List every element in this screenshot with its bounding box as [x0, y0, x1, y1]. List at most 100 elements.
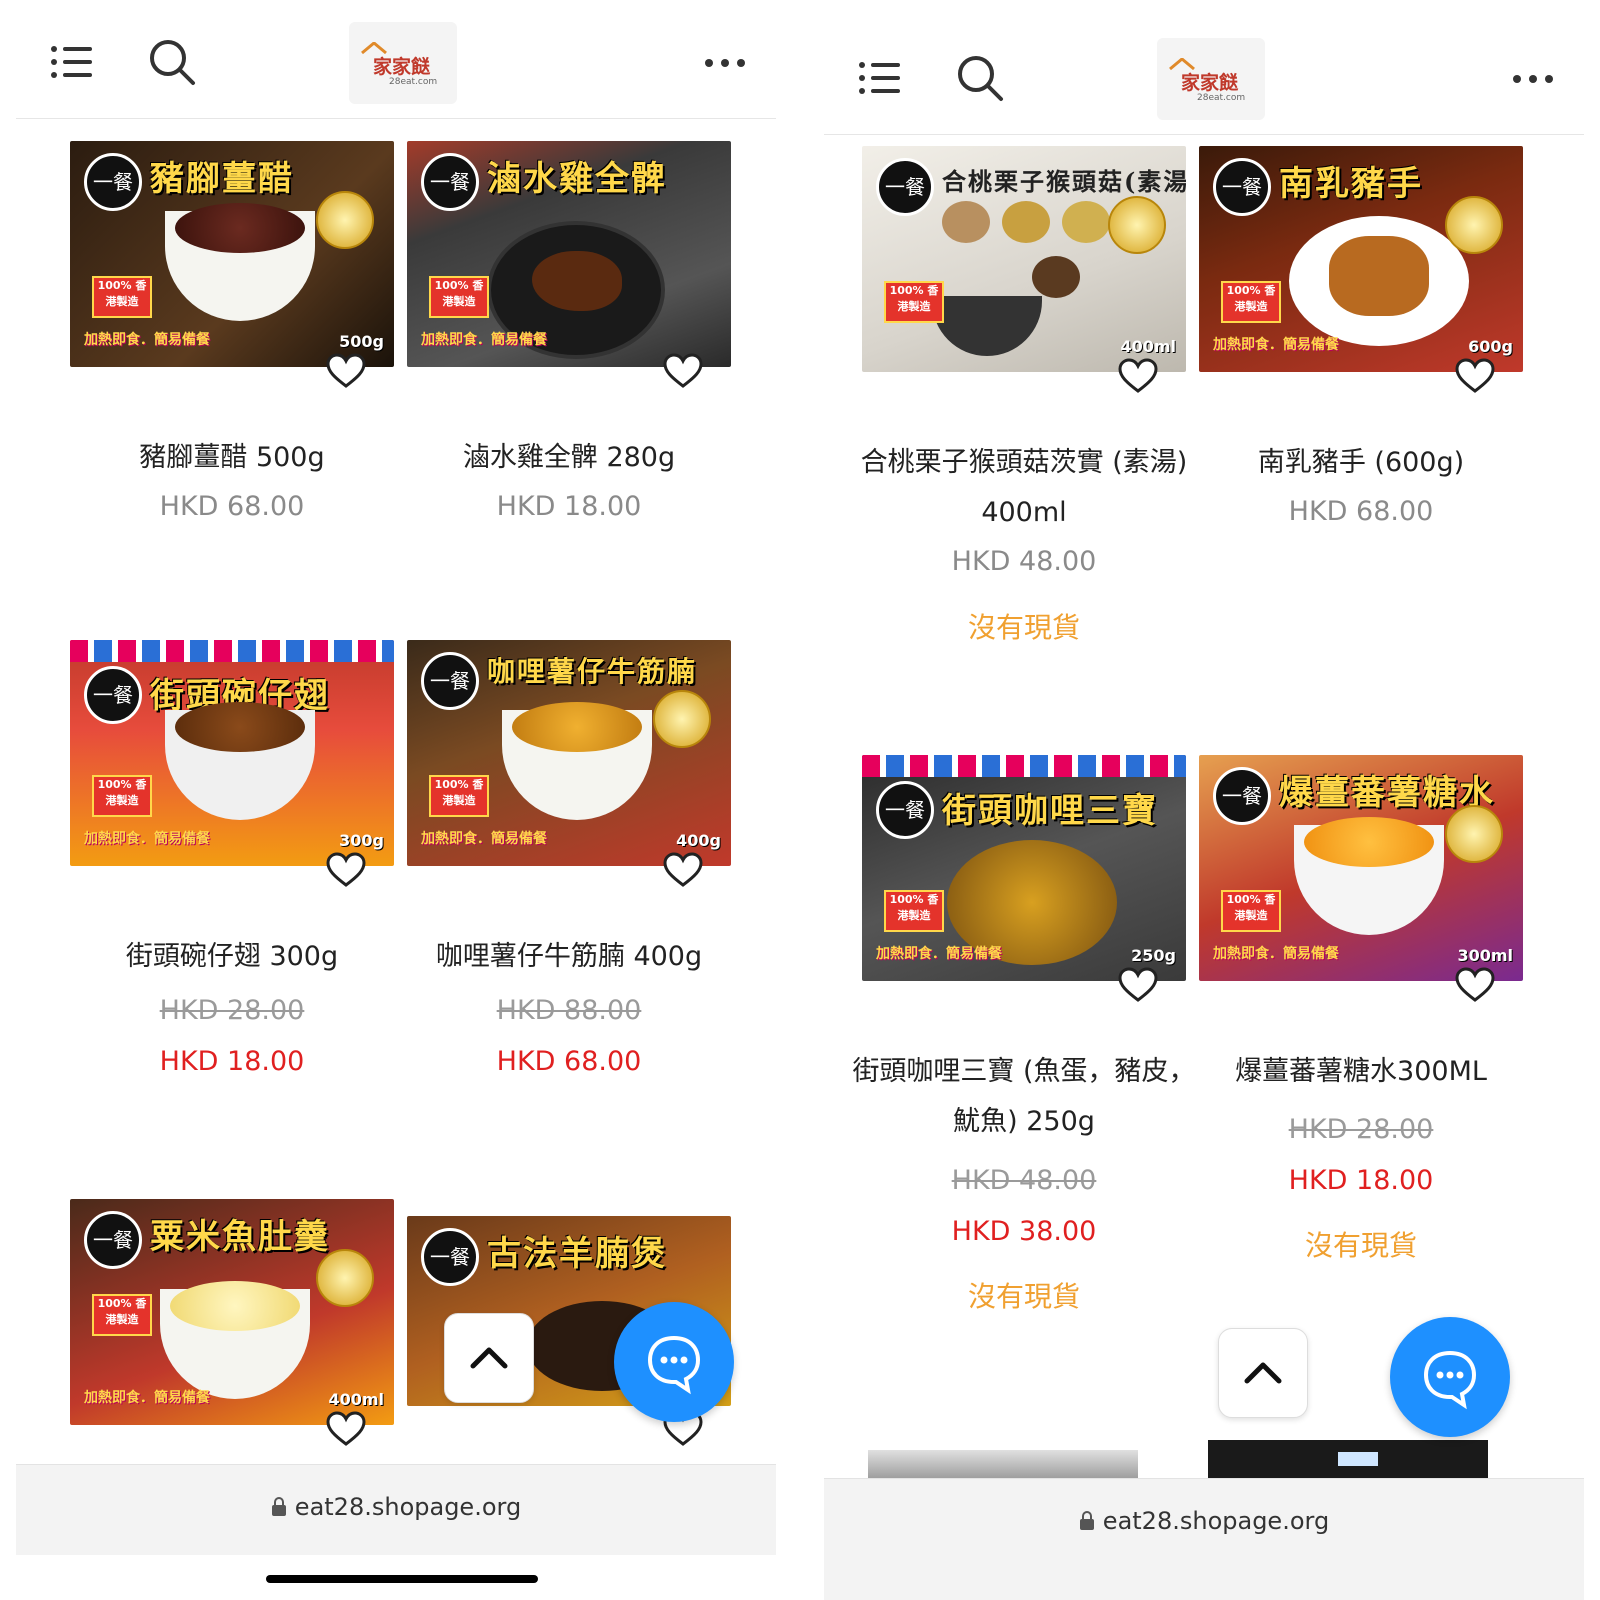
- chat-button[interactable]: [1390, 1317, 1510, 1437]
- brand-seal: 一餐: [876, 781, 934, 839]
- heart-icon[interactable]: [1118, 358, 1158, 394]
- food-image: [512, 702, 642, 752]
- back-to-top-button[interactable]: [444, 1313, 534, 1403]
- gold-medal-icon: [316, 191, 374, 249]
- image-weight: 400ml: [1120, 337, 1176, 356]
- image-title: 滷水雞全髀: [487, 159, 667, 199]
- sale-price: HKD 18.00: [1288, 1165, 1434, 1196]
- image-weight: 300g: [339, 831, 384, 850]
- sale-price: HKD 18.00: [159, 1046, 305, 1077]
- product-price: HKD 48.00: [951, 546, 1097, 577]
- image-weight: 500g: [339, 332, 384, 351]
- appliance-image[interactable]: [868, 1450, 1138, 1480]
- gold-medal-icon: [653, 690, 711, 748]
- right-screen: 家家餸 28eat.com 一餐 合桃栗子猴頭菇(素湯) 100% 香港製造 4…: [808, 0, 1600, 1600]
- product-image[interactable]: 一餐 豬腳薑醋 100% 香港製造 加熱即食．簡易備餐 500g: [70, 141, 394, 367]
- made-in-hk-badge: 100% 香港製造: [884, 281, 944, 323]
- appliance-display: [1338, 1452, 1378, 1466]
- image-title: 豬腳薑醋: [150, 159, 294, 199]
- lock-icon: [1079, 1511, 1094, 1530]
- heart-icon[interactable]: [326, 852, 366, 888]
- heart-icon[interactable]: [1455, 967, 1495, 1003]
- heart-icon[interactable]: [663, 353, 703, 389]
- original-price: HKD 28.00: [1288, 1114, 1434, 1145]
- product-price: HKD 68.00: [1288, 496, 1434, 527]
- made-in-hk-badge: 100% 香港製造: [92, 276, 152, 318]
- image-title: 粟米魚肚羹: [150, 1217, 330, 1257]
- product-image[interactable]: 一餐 合桃栗子猴頭菇(素湯) 100% 香港製造 400ml: [862, 146, 1186, 372]
- gorgon-image: [1062, 201, 1110, 243]
- brand-seal: 一餐: [1213, 158, 1271, 216]
- product-image[interactable]: 一餐 爆薑蕃薯糖水 100% 香港製造 加熱即食．簡易備餐 300ml: [1199, 755, 1523, 981]
- search-icon[interactable]: [148, 38, 196, 86]
- product-name[interactable]: 合桃栗子猴頭菇茨實 (素湯) 400ml: [852, 438, 1196, 538]
- heart-icon[interactable]: [1455, 358, 1495, 394]
- more-icon[interactable]: [704, 58, 746, 68]
- url-text: eat28.shopage.org: [1102, 1507, 1330, 1535]
- product-image[interactable]: 一餐 咖哩薯仔牛筋腩 100% 香港製造 加熱即食．簡易備餐 400g: [407, 640, 731, 866]
- made-in-hk-badge: 100% 香港製造: [92, 775, 152, 817]
- brand-seal: 一餐: [421, 153, 479, 211]
- heart-icon[interactable]: [326, 353, 366, 389]
- gold-medal-icon: [316, 1249, 374, 1307]
- made-in-hk-badge: 100% 香港製造: [884, 890, 944, 932]
- image-tagline: 加熱即食．簡易備餐: [1213, 337, 1339, 353]
- search-icon[interactable]: [956, 54, 1004, 102]
- product-image[interactable]: 一餐 滷水雞全髀 100% 香港製造 加熱即食．簡易備餐: [407, 141, 731, 367]
- made-in-hk-badge: 100% 香港製造: [429, 775, 489, 817]
- striped-awning: [70, 640, 394, 662]
- image-title: 南乳豬手: [1279, 164, 1423, 204]
- heart-icon[interactable]: [326, 1411, 366, 1447]
- made-in-hk-badge: 100% 香港製造: [1221, 890, 1281, 932]
- product-name[interactable]: 爆薑蕃薯糖水300ML: [1189, 1047, 1533, 1097]
- logo-domain: 28eat.com: [1197, 93, 1246, 103]
- url-text-container: eat28.shopage.org: [824, 1507, 1584, 1535]
- made-in-hk-badge: 100% 香港製造: [429, 276, 489, 318]
- product-name[interactable]: 街頭咖哩三寶 (魚蛋，豬皮，魷魚) 250g: [852, 1047, 1196, 1147]
- appliance-image[interactable]: [1208, 1440, 1488, 1480]
- out-of-stock-label: 沒有現貨: [1304, 1229, 1417, 1262]
- product-image[interactable]: 一餐 街頭咖哩三寶 100% 香港製造 加熱即食．簡易備餐 250g: [862, 755, 1186, 981]
- food-image: [1329, 236, 1429, 316]
- chevron-up-icon: [1244, 1362, 1282, 1384]
- brand-seal: 一餐: [421, 1228, 479, 1286]
- soup-pot-image: [932, 296, 1042, 356]
- gold-medal-icon: [1108, 196, 1166, 254]
- menu-icon[interactable]: [858, 60, 900, 96]
- chat-icon: [647, 1335, 701, 1395]
- brand-seal: 一餐: [1213, 767, 1271, 825]
- brand-seal: 一餐: [84, 153, 142, 211]
- shop-logo[interactable]: 家家餸 28eat.com: [1157, 38, 1265, 120]
- heart-icon[interactable]: [1118, 967, 1158, 1003]
- url-text: eat28.shopage.org: [294, 1493, 522, 1521]
- brand-seal: 一餐: [421, 652, 479, 710]
- out-of-stock-label: 沒有現貨: [967, 1280, 1080, 1313]
- product-image[interactable]: 一餐 粟米魚肚羹 100% 香港製造 加熱即食．簡易備餐 400ml: [70, 1199, 394, 1425]
- product-name[interactable]: 咖哩薯仔牛筋腩 400g: [397, 932, 741, 982]
- product-name[interactable]: 滷水雞全髀 280g: [397, 433, 741, 483]
- heart-icon[interactable]: [663, 852, 703, 888]
- menu-icon[interactable]: [50, 44, 92, 80]
- gold-medal-icon: [1445, 805, 1503, 863]
- shop-logo[interactable]: 家家餸 28eat.com: [349, 22, 457, 104]
- food-image: [170, 1281, 300, 1331]
- image-tagline: 加熱即食．簡易備餐: [1213, 946, 1339, 962]
- product-name[interactable]: 豬腳薑醋 500g: [60, 433, 404, 483]
- original-price: HKD 88.00: [496, 995, 642, 1026]
- image-tagline: 加熱即食．簡易備餐: [876, 946, 1002, 962]
- product-image[interactable]: 一餐 街頭碗仔翅 100% 香港製造 加熱即食．簡易備餐 300g: [70, 640, 394, 866]
- product-image[interactable]: 一餐 南乳豬手 100% 香港製造 加熱即食．簡易備餐 600g: [1199, 146, 1523, 372]
- product-name[interactable]: 街頭碗仔翅 300g: [60, 932, 404, 982]
- product-price: HKD 68.00: [159, 491, 305, 522]
- back-to-top-button[interactable]: [1218, 1328, 1308, 1418]
- product-name[interactable]: 南乳豬手 (600g): [1189, 438, 1533, 488]
- brand-seal: 一餐: [84, 666, 142, 724]
- browser-url-bar[interactable]: eat28.shopage.org: [824, 1478, 1584, 1600]
- out-of-stock-label: 沒有現貨: [967, 611, 1080, 644]
- chat-button[interactable]: [614, 1302, 734, 1422]
- chat-icon: [1423, 1350, 1477, 1410]
- top-bar: 家家餸 28eat.com: [824, 16, 1584, 135]
- more-icon[interactable]: [1512, 74, 1554, 84]
- browser-url-bar[interactable]: eat28.shopage.org: [16, 1464, 776, 1555]
- striped-awning: [862, 755, 1186, 777]
